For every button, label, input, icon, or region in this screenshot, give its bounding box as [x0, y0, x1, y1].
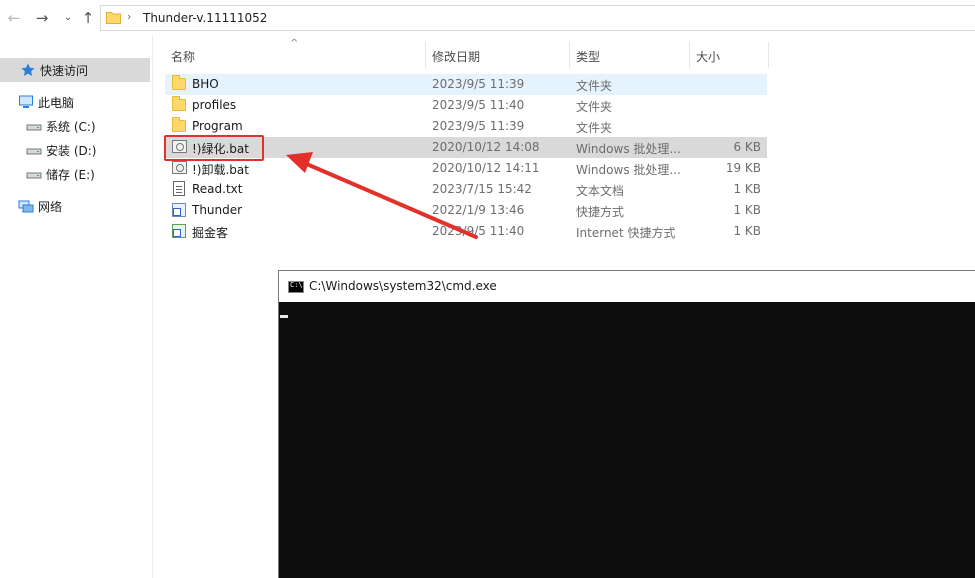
- cmd-window[interactable]: C:\ C:\Windows\system32\cmd.exe: [278, 270, 975, 578]
- cmd-title-bar[interactable]: C:\ C:\Windows\system32\cmd.exe: [279, 271, 975, 302]
- console-icon: C:\: [288, 281, 304, 293]
- cmd-window-title: C:\Windows\system32\cmd.exe: [309, 279, 497, 293]
- console-icon-label: C:\: [290, 281, 303, 289]
- text-cursor: [280, 315, 288, 318]
- console-output-area[interactable]: [279, 302, 975, 578]
